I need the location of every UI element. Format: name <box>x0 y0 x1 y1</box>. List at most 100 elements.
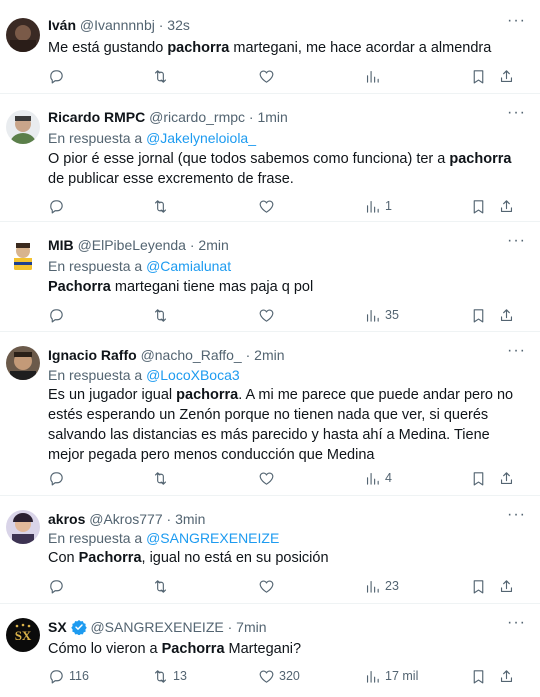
repost-icon <box>154 471 167 485</box>
views-count: 23 <box>385 579 399 593</box>
post-ignacio[interactable]: Ignacio Raffo @nacho_Raffo_ · 2min ··· E… <box>0 332 540 496</box>
bookmark-button[interactable] <box>470 468 487 488</box>
timestamp[interactable]: 32s <box>167 17 190 33</box>
avatar[interactable] <box>6 510 40 544</box>
repost-button[interactable] <box>152 196 173 216</box>
avatar[interactable] <box>6 110 40 144</box>
timestamp[interactable]: 1min <box>257 109 287 125</box>
share-button[interactable] <box>498 576 515 596</box>
share-icon <box>500 308 513 321</box>
like-icon <box>259 200 274 213</box>
share-button[interactable] <box>498 666 515 686</box>
handle[interactable]: @Akros777 <box>89 511 162 527</box>
bookmark-button[interactable] <box>470 305 487 325</box>
post-mib[interactable]: MIB @ElPibeLeyenda · 2min ··· En respues… <box>0 222 540 332</box>
handle[interactable]: @Ivannnnbj <box>80 17 155 33</box>
post-text: O pior é esse jornal (que todos sabemos … <box>48 149 524 189</box>
reply-button[interactable] <box>48 66 69 86</box>
timestamp[interactable]: 7min <box>236 619 266 635</box>
views-icon <box>366 309 379 322</box>
share-button[interactable] <box>498 196 515 216</box>
post-sx[interactable]: SX SX @SANGREXENEIZE · 7min ··· Cómo lo … <box>0 604 540 697</box>
repost-button[interactable]: 13 <box>152 666 187 686</box>
bookmark-button[interactable] <box>470 196 487 216</box>
reply-button[interactable] <box>48 305 69 325</box>
reply-icon <box>50 308 63 322</box>
views-count: 35 <box>385 308 399 322</box>
post-ivan[interactable]: Iván @Ivannnnbj · 32s ··· Me está gustan… <box>0 0 540 94</box>
handle[interactable]: @nacho_Raffo_ <box>141 347 242 363</box>
repost-button[interactable] <box>152 576 173 596</box>
reply-icon <box>50 471 63 485</box>
more-icon[interactable]: ··· <box>507 342 526 360</box>
views-button[interactable]: 23 <box>364 576 399 596</box>
post-text-part: Martegani? <box>224 641 302 657</box>
like-button[interactable] <box>258 196 279 216</box>
reply-to-link[interactable]: @LocoXBoca3 <box>146 367 240 383</box>
more-icon[interactable]: ··· <box>507 614 526 632</box>
reply-button[interactable] <box>48 196 69 216</box>
like-button[interactable] <box>258 576 279 596</box>
reply-label: En respuesta a <box>48 258 147 274</box>
views-button[interactable]: 4 <box>364 468 392 488</box>
reply-button[interactable] <box>48 468 69 488</box>
more-icon[interactable]: ··· <box>507 232 526 250</box>
reply-to-link[interactable]: @Jakelyneloiola_ <box>146 130 256 146</box>
post-text-part: , igual no está en su posición <box>141 550 329 566</box>
share-button[interactable] <box>498 66 515 86</box>
timestamp[interactable]: 2min <box>254 347 284 363</box>
timestamp[interactable]: 2min <box>198 237 228 253</box>
post-text: Con Pachorra, igual no está en su posici… <box>48 548 524 568</box>
handle[interactable]: @ricardo_rmpc <box>149 109 245 125</box>
share-button[interactable] <box>498 468 515 488</box>
post-text-part: O pior é esse jornal (que todos sabemos … <box>48 151 450 167</box>
handle[interactable]: @SANGREXENEIZE <box>90 619 223 635</box>
display-name[interactable]: Ignacio Raffo <box>48 347 137 363</box>
like-button[interactable]: 320 <box>258 666 300 686</box>
reply-to-link[interactable]: @Camialunat <box>146 258 231 274</box>
highlighted-term: pachorra <box>449 151 512 167</box>
more-icon[interactable]: ··· <box>507 104 526 122</box>
views-button[interactable]: 17 mil <box>364 666 418 686</box>
like-button[interactable] <box>258 305 279 325</box>
repost-button[interactable] <box>152 305 173 325</box>
more-icon[interactable]: ··· <box>507 506 526 524</box>
avatar[interactable] <box>6 346 40 380</box>
display-name[interactable]: akros <box>48 511 85 527</box>
post-text-part: de publicar esse excremento de frase. <box>48 171 294 187</box>
display-name[interactable]: Iván <box>48 17 76 33</box>
display-name[interactable]: MIB <box>48 237 74 253</box>
views-button[interactable] <box>364 66 385 86</box>
reply-button[interactable]: 116 <box>48 666 89 686</box>
avatar[interactable]: SX <box>6 618 40 652</box>
bookmark-button[interactable] <box>470 666 487 686</box>
views-icon <box>366 200 379 213</box>
display-name[interactable]: SX <box>48 619 67 635</box>
share-button[interactable] <box>498 305 515 325</box>
display-name[interactable]: Ricardo RMPC <box>48 109 145 125</box>
views-count: 17 mil <box>385 669 419 683</box>
avatar[interactable] <box>6 238 40 272</box>
post-text-part: Cómo lo vieron a <box>48 641 162 657</box>
timestamp[interactable]: 3min <box>175 511 205 527</box>
like-button[interactable] <box>258 468 279 488</box>
reply-button[interactable] <box>48 576 69 596</box>
action-bar: 1 <box>48 196 524 216</box>
like-icon <box>259 309 274 322</box>
post-akros[interactable]: akros @Akros777 · 3min ··· En respuesta … <box>0 496 540 604</box>
reply-to-link[interactable]: @SANGREXENEIZE <box>146 530 279 546</box>
post-ricardo[interactable]: Ricardo RMPC @ricardo_rmpc · 1min ··· En… <box>0 94 540 222</box>
more-icon[interactable]: ··· <box>507 12 526 30</box>
post-text-part: Es un jugador igual <box>48 387 177 403</box>
separator-dot: · <box>245 347 251 363</box>
bookmark-button[interactable] <box>470 66 487 86</box>
views-button[interactable]: 35 <box>364 305 399 325</box>
bookmark-button[interactable] <box>470 576 487 596</box>
like-button[interactable] <box>258 66 279 86</box>
action-bar <box>48 66 524 86</box>
repost-button[interactable] <box>152 468 173 488</box>
repost-button[interactable] <box>152 66 173 86</box>
views-button[interactable]: 1 <box>364 196 392 216</box>
avatar[interactable] <box>6 18 40 52</box>
handle[interactable]: @ElPibeLeyenda <box>78 237 186 253</box>
